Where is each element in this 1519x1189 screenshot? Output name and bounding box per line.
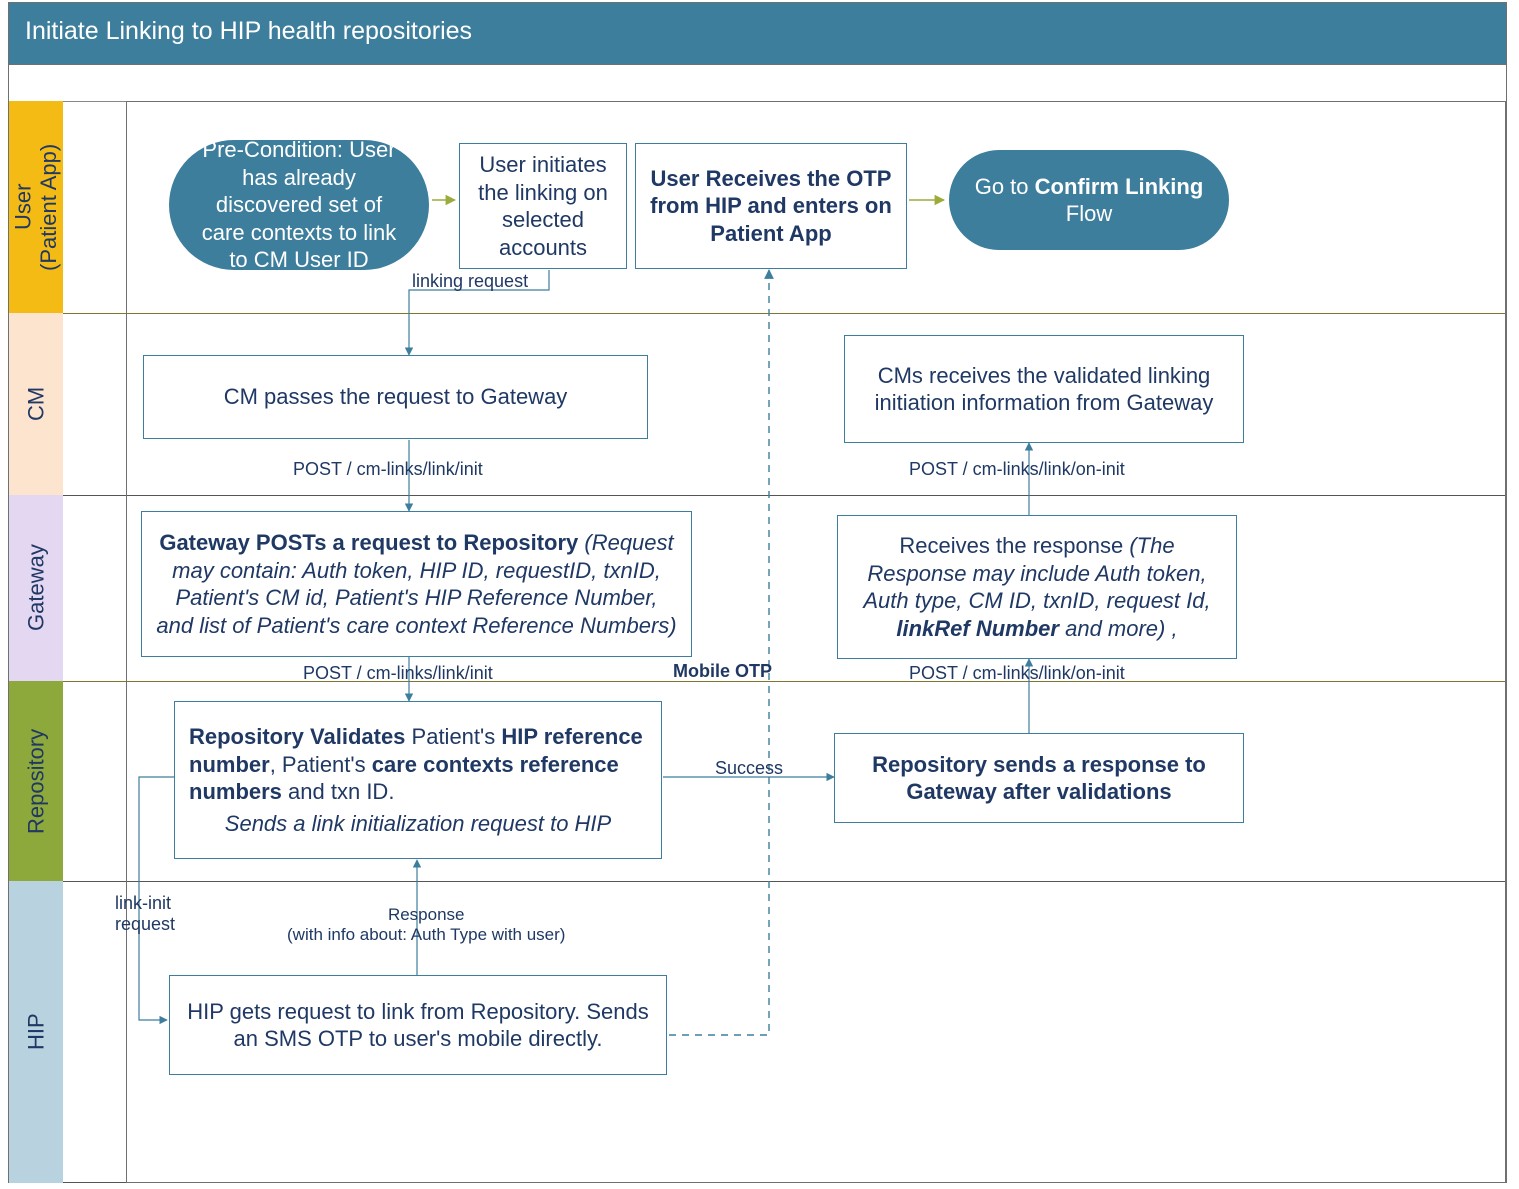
label-post-init-1: POST / cm-links/link/init bbox=[293, 459, 483, 480]
lane-divider bbox=[63, 101, 1506, 102]
lane-divider bbox=[63, 681, 1506, 682]
lane-divider bbox=[63, 495, 1506, 496]
gateway-posts-box: Gateway POSTs a request to Repository (R… bbox=[141, 511, 692, 657]
label-success: Success bbox=[715, 758, 783, 779]
repo-sends-box: Repository sends a response to Gateway a… bbox=[834, 733, 1244, 823]
lane-divider bbox=[63, 313, 1506, 314]
gateway-receives-box: Receives the response (The Response may … bbox=[837, 515, 1237, 659]
lane-header-user: User (Patient App) bbox=[9, 101, 63, 313]
diagram-title: Initiate Linking to HIP health repositor… bbox=[9, 3, 1506, 65]
label-post-on-init-1: POST / cm-links/link/on-init bbox=[909, 663, 1125, 684]
label-link-init-request: link-init request bbox=[115, 893, 175, 935]
cm-passes-box: CM passes the request to Gateway bbox=[143, 355, 648, 439]
swimlanes: User (Patient App) CM Gateway Repository… bbox=[9, 65, 1506, 1183]
repo-validates-box: Repository Validates Patient's HIP refer… bbox=[174, 701, 662, 859]
user-receives-otp-box: User Receives the OTP from HIP and enter… bbox=[635, 143, 907, 269]
label-post-init-2: POST / cm-links/link/init bbox=[303, 663, 493, 684]
lane-header-gateway: Gateway bbox=[9, 495, 63, 681]
lane-header-hip: HIP bbox=[9, 881, 63, 1183]
cm-receives-box: CMs receives the validated linking initi… bbox=[844, 335, 1244, 443]
precondition-pill: Pre-Condition: User has already discover… bbox=[169, 140, 429, 270]
lane-divider bbox=[63, 1182, 1506, 1183]
lane-header-cm: CM bbox=[9, 313, 63, 495]
user-initiates-box: User initiates the linking on selected a… bbox=[459, 143, 627, 269]
hip-gets-box: HIP gets request to link from Repository… bbox=[169, 975, 667, 1075]
label-linking-request: linking request bbox=[412, 271, 528, 292]
diagram-container: Initiate Linking to HIP health repositor… bbox=[8, 2, 1507, 1183]
label-response-hip: Response (with info about: Auth Type wit… bbox=[287, 905, 565, 945]
lane-header-repository: Repository bbox=[9, 681, 63, 881]
lane-divider bbox=[63, 881, 1506, 882]
goto-confirm-pill: Go to Confirm Linking Flow bbox=[949, 150, 1229, 250]
label-mobile-otp: Mobile OTP bbox=[673, 661, 772, 682]
label-post-on-init-2: POST / cm-links/link/on-init bbox=[909, 459, 1125, 480]
